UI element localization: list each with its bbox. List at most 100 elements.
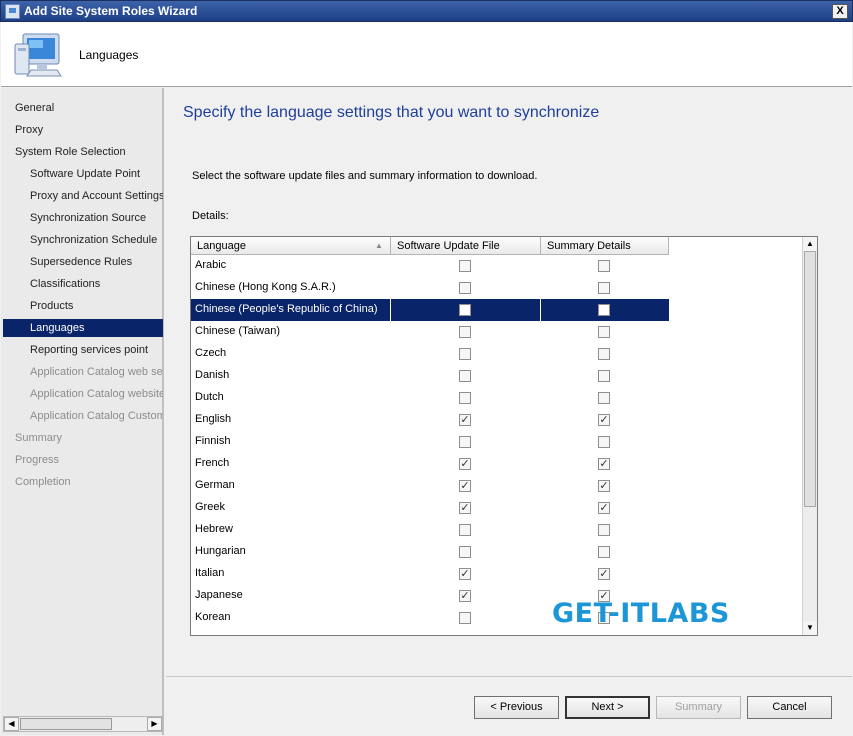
summary-details-checkbox[interactable] — [598, 304, 610, 316]
software-update-file-checkbox[interactable] — [459, 546, 471, 558]
language-name: English — [195, 413, 232, 425]
column-header-language[interactable]: Language ▲ — [191, 237, 391, 255]
column-header-software-update-file[interactable]: Software Update File — [391, 237, 541, 255]
details-label: Details: — [192, 210, 229, 222]
nav-products[interactable]: Products — [3, 297, 163, 315]
software-update-file-checkbox[interactable] — [459, 260, 471, 272]
table-row[interactable]: Chinese (Hong Kong S.A.R.) — [191, 277, 669, 299]
language-name: Greek — [195, 501, 225, 513]
wizard-content: Specify the language settings that you w… — [166, 88, 852, 676]
software-update-file-checkbox[interactable] — [459, 436, 471, 448]
languages-grid[interactable]: Language ▲ Software Update File Summary … — [190, 236, 818, 636]
nav-application-catalog-web-service: Application Catalog web ser — [30, 366, 163, 378]
scroll-thumb[interactable] — [804, 251, 816, 507]
software-update-file-checkbox[interactable] — [459, 524, 471, 536]
summary-details-checkbox[interactable] — [598, 524, 610, 536]
nav-reporting-services-point[interactable]: Reporting services point — [3, 341, 163, 359]
previous-button[interactable]: < Previous — [474, 696, 559, 719]
summary-details-checkbox[interactable] — [598, 392, 610, 404]
nav-system-role-selection[interactable]: System Role Selection — [3, 143, 163, 161]
software-update-file-checkbox[interactable]: ✓ — [459, 458, 471, 470]
software-update-file-checkbox[interactable] — [459, 304, 471, 316]
nav-synchronization-schedule[interactable]: Synchronization Schedule — [3, 231, 163, 249]
software-update-file-checkbox[interactable] — [459, 348, 471, 360]
summary-details-checkbox[interactable] — [598, 348, 610, 360]
language-name: Danish — [195, 369, 230, 381]
software-update-file-checkbox[interactable]: ✓ — [459, 414, 471, 426]
table-row[interactable]: Czech — [191, 343, 669, 365]
software-update-file-checkbox[interactable] — [459, 370, 471, 382]
watermark-text: GET-ITLABS — [552, 598, 730, 629]
header-title: Languages — [79, 48, 139, 62]
table-row[interactable]: German ✓ ✓ — [191, 475, 669, 497]
summary-details-checkbox[interactable] — [598, 282, 610, 294]
table-row[interactable]: Italian ✓ ✓ — [191, 563, 669, 585]
software-update-file-checkbox[interactable] — [459, 392, 471, 404]
grid-vertical-scrollbar[interactable]: ▲ ▼ — [802, 237, 817, 635]
wizard-footer: < Previous Next > Summary Cancel — [166, 676, 852, 735]
table-row[interactable]: Finnish — [191, 431, 669, 453]
row-separator — [390, 299, 391, 321]
table-row[interactable]: Chinese (People's Republic of China) — [191, 299, 669, 321]
cancel-button[interactable]: Cancel — [747, 696, 832, 719]
nav-proxy[interactable]: Proxy — [3, 121, 163, 139]
scroll-right-arrow-icon[interactable]: ▶ — [147, 717, 162, 731]
page-title: Specify the language settings that you w… — [183, 104, 600, 121]
wizard-header: Languages — [1, 22, 852, 87]
nav-proxy-and-account-settings[interactable]: Proxy and Account Settings — [3, 187, 163, 205]
scroll-thumb[interactable] — [20, 718, 112, 730]
software-update-file-checkbox[interactable]: ✓ — [459, 568, 471, 580]
summary-details-checkbox[interactable]: ✓ — [598, 458, 610, 470]
table-row[interactable]: Hungarian — [191, 541, 669, 563]
language-name: Dutch — [195, 391, 224, 403]
scroll-down-arrow-icon[interactable]: ▼ — [803, 621, 817, 635]
table-row[interactable]: Chinese (Taiwan) — [191, 321, 669, 343]
sidebar-horizontal-scrollbar[interactable]: ◀ ▶ — [3, 716, 163, 732]
nav-software-update-point[interactable]: Software Update Point — [3, 165, 163, 183]
table-row[interactable]: Danish — [191, 365, 669, 387]
summary-details-checkbox[interactable]: ✓ — [598, 502, 610, 514]
scroll-up-arrow-icon[interactable]: ▲ — [803, 237, 817, 251]
software-update-file-checkbox[interactable] — [459, 282, 471, 294]
wizard-app-icon — [5, 4, 20, 19]
language-name: German — [195, 479, 235, 491]
scroll-left-arrow-icon[interactable]: ◀ — [4, 717, 19, 731]
wizard-steps-sidebar: General Proxy System Role Selection Soft… — [1, 88, 164, 735]
summary-details-checkbox[interactable]: ✓ — [598, 568, 610, 580]
nav-supersedence-rules[interactable]: Supersedence Rules — [3, 253, 163, 271]
language-name: Chinese (Hong Kong S.A.R.) — [195, 281, 336, 293]
software-update-file-checkbox[interactable]: ✓ — [459, 502, 471, 514]
nav-general[interactable]: General — [3, 99, 163, 117]
table-row[interactable]: Greek ✓ ✓ — [191, 497, 669, 519]
close-button[interactable]: X — [832, 4, 848, 19]
software-update-file-checkbox[interactable]: ✓ — [459, 480, 471, 492]
summary-details-checkbox[interactable]: ✓ — [598, 480, 610, 492]
window-title: Add Site System Roles Wizard — [24, 4, 198, 18]
nav-completion: Completion — [15, 476, 71, 488]
table-row[interactable]: Dutch — [191, 387, 669, 409]
table-row[interactable]: English ✓ ✓ — [191, 409, 669, 431]
summary-details-checkbox[interactable]: ✓ — [598, 414, 610, 426]
summary-details-checkbox[interactable] — [598, 260, 610, 272]
nav-languages[interactable]: Languages — [3, 319, 163, 337]
column-header-summary-details[interactable]: Summary Details — [541, 237, 669, 255]
nav-synchronization-source[interactable]: Synchronization Source — [3, 209, 163, 227]
grid-header: Language ▲ Software Update File Summary … — [191, 237, 669, 255]
table-row[interactable]: Hebrew — [191, 519, 669, 541]
language-name: French — [195, 457, 230, 469]
summary-details-checkbox[interactable] — [598, 370, 610, 382]
summary-details-checkbox[interactable] — [598, 436, 610, 448]
summary-details-checkbox[interactable] — [598, 546, 610, 558]
software-update-file-checkbox[interactable] — [459, 326, 471, 338]
table-row[interactable]: Arabic — [191, 255, 669, 277]
summary-details-checkbox[interactable] — [598, 326, 610, 338]
nav-application-catalog-website: Application Catalog website — [30, 388, 163, 400]
software-update-file-checkbox[interactable]: ✓ — [459, 590, 471, 602]
nav-classifications[interactable]: Classifications — [3, 275, 163, 293]
language-name: Hebrew — [195, 523, 233, 535]
nav-application-catalog-customization: Application Catalog Customi — [30, 410, 163, 422]
next-button[interactable]: Next > — [565, 696, 650, 719]
software-update-file-checkbox[interactable] — [459, 612, 471, 624]
table-row[interactable]: French ✓ ✓ — [191, 453, 669, 475]
language-name: Korean — [195, 611, 231, 623]
